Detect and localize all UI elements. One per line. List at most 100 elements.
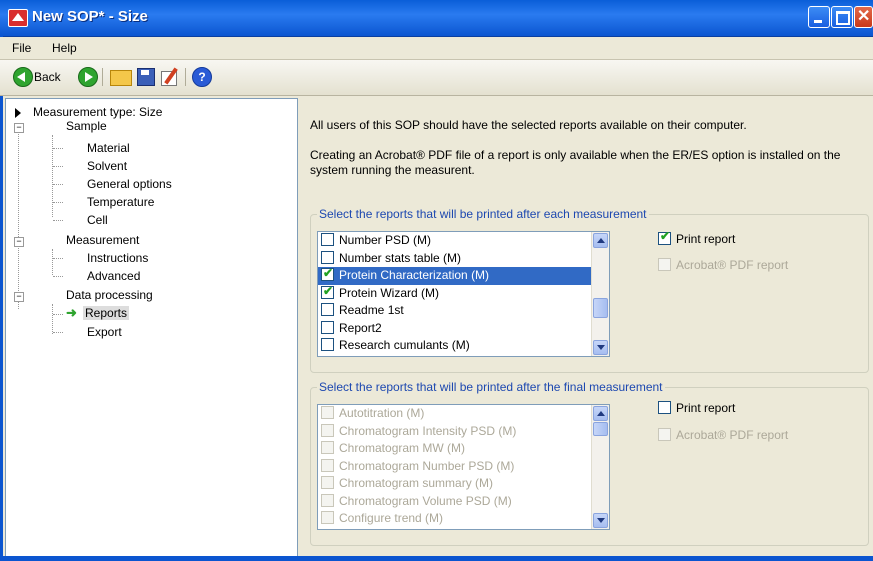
tree-line — [53, 314, 63, 315]
open-button[interactable] — [110, 67, 132, 87]
check-icon: ✔ — [660, 229, 671, 244]
scroll-thumb[interactable] — [593, 422, 608, 436]
back-button[interactable]: Back — [13, 67, 63, 87]
save-button[interactable] — [137, 67, 155, 87]
report-checkbox[interactable]: ✔ — [321, 266, 334, 282]
collapse-measurement-icon[interactable]: − — [14, 237, 24, 247]
print-report-each-checkbox[interactable]: ✔ — [658, 229, 671, 246]
report-checkbox[interactable] — [321, 320, 334, 334]
report-label: Chromatogram Volume PSD (M) — [339, 493, 512, 508]
tree-item-data-processing[interactable]: Data processing — [66, 288, 153, 302]
tree-line — [53, 258, 63, 259]
scroll-down-button[interactable] — [593, 340, 608, 355]
scroll-up-button[interactable] — [593, 406, 608, 421]
report-label: Readme 1st — [339, 303, 404, 317]
title-bar[interactable]: New SOP* - Size ✕ — [0, 0, 873, 37]
minimize-button[interactable] — [808, 6, 830, 28]
list-item[interactable]: Number stats table (M) — [318, 250, 609, 268]
tree-item-reports[interactable]: Reports — [83, 306, 130, 320]
tree-item-sample[interactable]: Sample — [66, 119, 107, 133]
report-label: Chromatogram Number PSD (M) — [339, 458, 515, 473]
toolbar: Back ? — [0, 60, 873, 96]
print-report-each-label: Print report — [676, 232, 736, 246]
list-item: Chromatogram summary (M) — [318, 475, 609, 493]
collapse-data-processing-icon[interactable]: − — [14, 292, 24, 302]
list-item[interactable]: Report2 — [318, 320, 609, 338]
report-checkbox — [321, 458, 334, 472]
scroll-thumb[interactable] — [593, 298, 608, 318]
scroll-up-button[interactable] — [593, 233, 608, 248]
report-label: Chromatogram Intensity PSD (M) — [339, 423, 517, 438]
pdf-report-each-option: Acrobat® PDF report — [655, 258, 788, 272]
tree-line — [53, 220, 63, 221]
help-button[interactable]: ? — [192, 67, 212, 87]
tree-item-temperature[interactable]: Temperature — [87, 195, 154, 209]
print-report-final-option[interactable]: Print report — [655, 401, 735, 415]
maximize-button[interactable] — [831, 6, 853, 28]
menu-help[interactable]: Help — [52, 41, 77, 55]
tree-line — [53, 202, 63, 203]
tree-line — [52, 304, 53, 334]
back-arrow-icon — [13, 67, 33, 87]
tree-item-measurement[interactable]: Measurement — [66, 233, 139, 247]
print-report-each-option[interactable]: ✔ Print report — [655, 229, 736, 246]
list-item[interactable]: Readme 1st — [318, 302, 609, 320]
tree-item-material[interactable]: Material — [87, 141, 130, 155]
reports-panel: All users of this SOP should have the se… — [298, 98, 873, 561]
tree-line — [53, 148, 63, 149]
description-text-2: Creating an Acrobat® PDF file of a repor… — [310, 148, 841, 177]
pdf-report-each-label: Acrobat® PDF report — [676, 258, 789, 272]
minimize-icon — [814, 20, 822, 23]
navigation-tree[interactable]: Measurement type: Size − Sample Material… — [5, 98, 298, 558]
report-label: Autotitration (M) — [339, 406, 425, 420]
group-each-measurement: Select the reports that will be printed … — [310, 207, 869, 373]
back-button-label: Back — [34, 70, 61, 84]
check-icon: ✔ — [323, 266, 334, 281]
list-item: Chromatogram MW (M) — [318, 440, 609, 458]
report-checkbox — [321, 476, 334, 490]
tree-line — [53, 332, 63, 333]
report-checkbox[interactable] — [321, 338, 334, 352]
list-item[interactable]: Number PSD (M) — [318, 232, 609, 250]
report-checkbox[interactable]: ✔ — [321, 284, 334, 299]
report-checkbox[interactable] — [321, 303, 334, 317]
group-final-measurement: Select the reports that will be printed … — [310, 380, 869, 546]
window-border-bottom — [0, 556, 873, 561]
reports-final-scrollbar[interactable] — [591, 405, 609, 529]
tree-item-cell[interactable]: Cell — [87, 213, 108, 227]
report-checkbox[interactable] — [321, 250, 334, 264]
forward-button[interactable] — [78, 67, 98, 87]
report-label: Protein Wizard (M) — [339, 285, 440, 300]
tree-expand-arrow-icon — [15, 108, 21, 118]
pdf-report-final-label: Acrobat® PDF report — [676, 428, 789, 442]
report-label: Protein Characterization (M) — [339, 268, 490, 282]
edit-icon — [160, 67, 178, 86]
report-checkbox[interactable] — [321, 233, 334, 247]
report-label: Chromatogram MW (M) — [339, 441, 466, 455]
window-border-left — [0, 36, 3, 561]
tree-item-measurement-type[interactable]: Measurement type: Size — [33, 105, 162, 119]
list-item[interactable]: ✔ Protein Wizard (M) — [318, 284, 609, 303]
tree-item-general-options[interactable]: General options — [87, 177, 172, 191]
tree-line — [53, 276, 63, 277]
tree-item-export[interactable]: Export — [87, 325, 122, 339]
edit-button[interactable] — [160, 67, 178, 87]
list-item: Configure trend (M) — [318, 510, 609, 528]
list-item[interactable]: ✔ Protein Characterization (M) — [318, 266, 609, 285]
tree-item-advanced[interactable]: Advanced — [87, 269, 140, 283]
menu-file[interactable]: File — [12, 41, 31, 55]
scroll-down-button[interactable] — [593, 513, 608, 528]
print-report-final-checkbox[interactable] — [658, 401, 671, 415]
tree-line — [52, 249, 53, 275]
report-checkbox — [321, 511, 334, 525]
close-icon: ✕ — [857, 8, 871, 25]
save-icon — [137, 68, 155, 86]
description-text-1: All users of this SOP should have the se… — [310, 118, 747, 132]
tree-item-solvent[interactable]: Solvent — [87, 159, 127, 173]
tree-item-instructions[interactable]: Instructions — [87, 251, 148, 265]
collapse-sample-icon[interactable]: − — [14, 123, 24, 133]
reports-each-scrollbar[interactable] — [591, 232, 609, 356]
list-item[interactable]: Research cumulants (M) — [318, 337, 609, 355]
close-button[interactable]: ✕ — [854, 6, 873, 28]
reports-each-list[interactable]: Number PSD (M) Number stats table (M) ✔ Pro… — [317, 231, 610, 357]
